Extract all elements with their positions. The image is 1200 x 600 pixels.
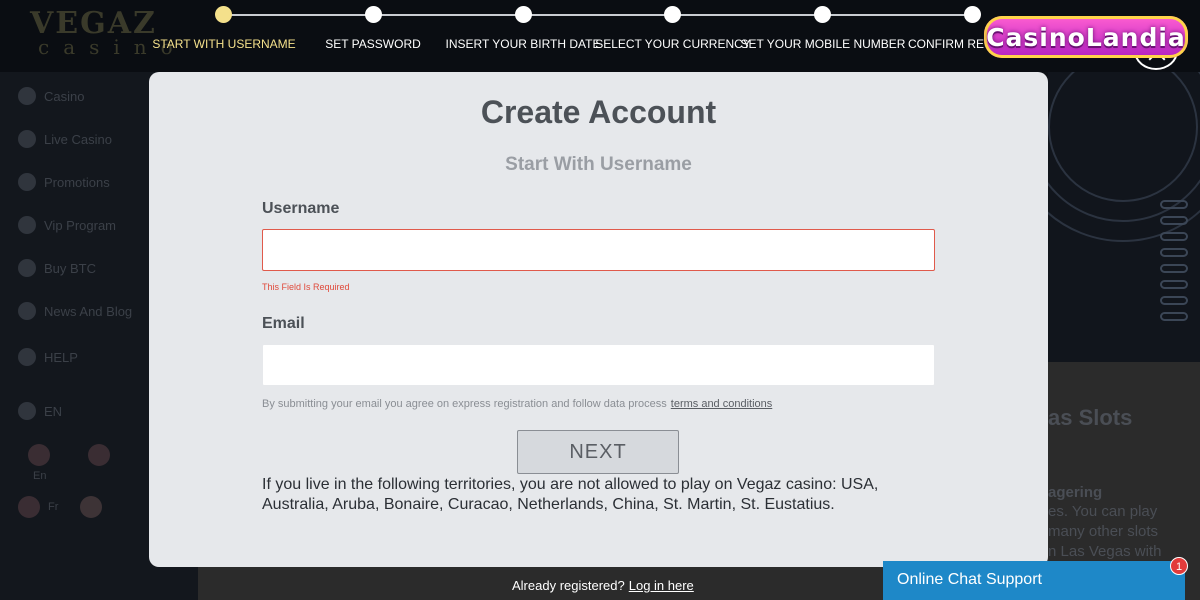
online-chat-button[interactable]: Online Chat Support — [883, 561, 1185, 600]
sidebar-item-promotions[interactable]: Promotions — [18, 173, 110, 191]
language-label: En — [33, 470, 47, 482]
sidebar-item-vip[interactable]: Vip Program — [18, 216, 116, 234]
language-label: Fr — [48, 501, 59, 513]
bg-text: es. You can play — [1048, 503, 1158, 520]
sidebar-item-buy-btc[interactable]: Buy BTC — [18, 259, 96, 277]
step-label-mobile: SET YOUR MOBILE NUMBER — [740, 37, 906, 51]
step-dot-5 — [814, 6, 831, 23]
modal-subtitle: Start With Username — [505, 154, 692, 175]
sidebar-item-casino[interactable]: Casino — [18, 87, 84, 105]
territory-notice: If you live in the following territories… — [262, 476, 879, 513]
sidebar-item-news[interactable]: News And Blog — [18, 302, 132, 320]
bg-text: agering — [1048, 484, 1103, 501]
chat-notification-badge: 1 — [1170, 557, 1188, 575]
step-label-start-username: START WITH USERNAME — [152, 37, 296, 51]
sidebar-item-label: Promotions — [44, 174, 110, 190]
username-error: This Field Is Required — [262, 282, 350, 292]
promotions-icon — [18, 173, 36, 191]
help-icon — [18, 348, 36, 366]
sidebar-item-label: Casino — [44, 88, 85, 104]
sidebar-item-label: Buy BTC — [44, 260, 97, 276]
sidebar-item-label: Live Casino — [44, 131, 112, 147]
live-casino-icon — [18, 130, 36, 148]
step-label-currency: SELECT YOUR CURRENCY — [595, 37, 751, 51]
email-note-text: By submitting your email you agree on ex… — [262, 398, 667, 410]
step-dot-4 — [664, 6, 681, 23]
logo-text: CasinoLandia — [986, 22, 1186, 52]
login-prompt: Already registered? Log in here — [512, 578, 694, 593]
step-dot-6 — [964, 6, 981, 23]
sidebar-item-help[interactable]: HELP — [18, 348, 78, 366]
sidebar-item-language[interactable]: EN — [18, 402, 62, 420]
email-input[interactable] — [262, 344, 935, 386]
step-dot-1 — [215, 6, 232, 23]
step-dot-2 — [365, 6, 382, 23]
hero-banner — [1048, 72, 1200, 362]
casinolandia-logo: CasinoLandia — [984, 16, 1188, 58]
decor-bars — [1160, 200, 1188, 328]
globe-icon — [18, 402, 36, 420]
step-label-set-password: SET PASSWORD — [325, 37, 421, 51]
step-label-birth-date: INSERT YOUR BIRTH DATE — [445, 37, 601, 51]
bg-text: many other slots — [1048, 523, 1159, 540]
vegaz-logo: VEGAZ casino — [30, 6, 187, 59]
stepper-track — [223, 14, 973, 16]
email-label: Email — [262, 315, 305, 332]
news-icon — [18, 302, 36, 320]
login-link[interactable]: Log in here — [629, 578, 694, 593]
already-text: Already registered? — [512, 578, 625, 593]
sidebar-item-label: HELP — [44, 349, 78, 365]
bg-heading: as Slots — [1048, 405, 1133, 430]
username-label: Username — [262, 200, 340, 217]
uk-flag-icon[interactable] — [88, 444, 110, 466]
terms-link[interactable]: terms and conditions — [671, 398, 773, 410]
bitcoin-icon — [18, 259, 36, 277]
modal-title: Create Account — [480, 94, 717, 130]
bg-text: n Las Vegas with — [1048, 543, 1162, 560]
sidebar-item-live-casino[interactable]: Live Casino — [18, 130, 112, 148]
sidebar-item-label: News And Blog — [44, 303, 133, 319]
next-button[interactable]: NEXT — [517, 430, 679, 474]
language-flag-icon[interactable] — [18, 496, 40, 518]
sidebar-item-label: EN — [44, 403, 63, 419]
sidebar-item-label: Vip Program — [44, 217, 117, 233]
uk-flag-icon[interactable] — [28, 444, 50, 466]
france-flag-icon[interactable] — [80, 496, 102, 518]
username-input[interactable] — [262, 229, 935, 271]
casino-icon — [18, 87, 36, 105]
vip-icon — [18, 216, 36, 234]
create-account-modal: Create Account Start With Username Usern… — [149, 72, 1048, 567]
email-note: By submitting your email you agree on ex… — [262, 398, 772, 410]
step-dot-3 — [515, 6, 532, 23]
